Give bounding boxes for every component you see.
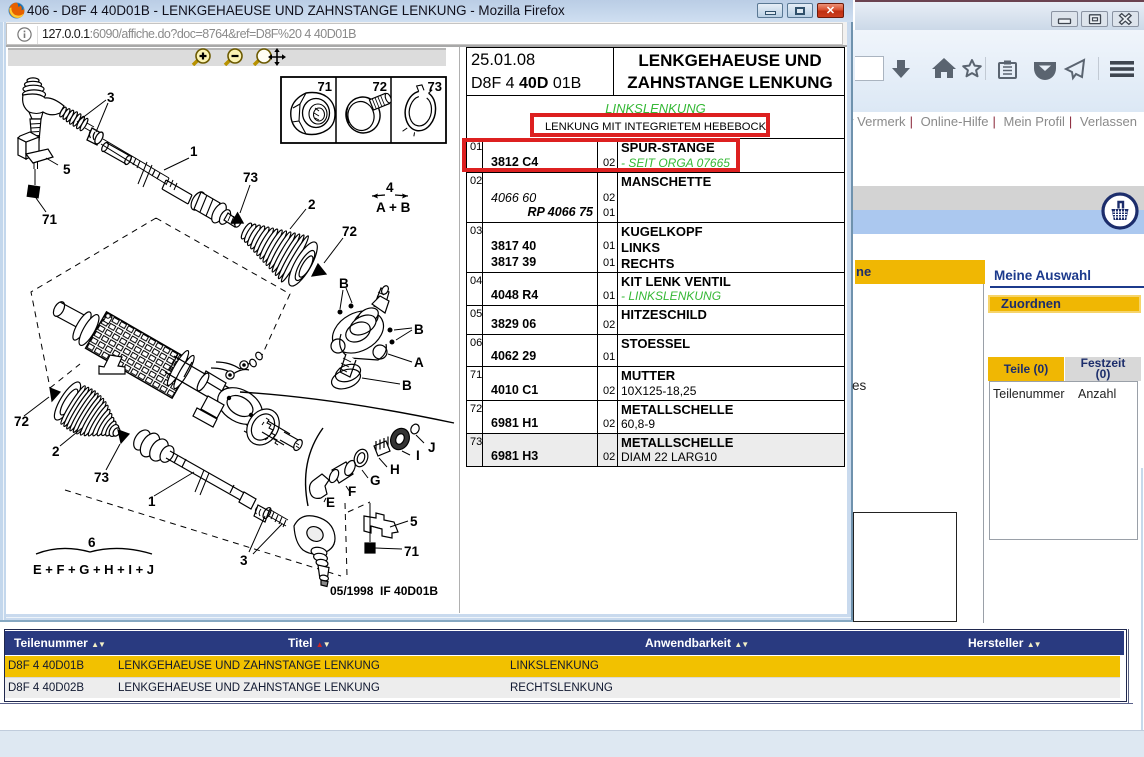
svg-text:J: J [428,440,436,455]
svg-text:I: I [416,448,420,463]
svg-text:H: H [390,462,400,477]
svg-text:3: 3 [240,553,248,568]
svg-text:05/1998 IF 40D01B: 05/1998 IF 40D01B [330,584,438,598]
svg-text:1: 1 [190,144,198,159]
svg-text:71: 71 [404,544,420,559]
svg-text:2: 2 [308,197,316,212]
svg-text:B: B [414,322,424,337]
svg-text:71: 71 [318,79,332,94]
svg-text:G: G [370,473,381,488]
svg-text:72: 72 [342,224,357,239]
svg-text:73: 73 [243,170,259,185]
svg-text:E: E [326,495,335,510]
svg-text:B: B [339,276,349,291]
svg-text:72: 72 [14,414,29,429]
svg-text:2: 2 [52,444,60,459]
svg-text:6: 6 [88,535,96,550]
svg-text:5: 5 [63,162,71,177]
svg-text:3: 3 [107,90,115,105]
svg-text:E + F + G + H + I + J: E + F + G + H + I + J [33,562,154,577]
svg-text:F: F [348,484,356,499]
svg-text:B: B [402,378,412,393]
svg-text:1: 1 [148,494,156,509]
svg-text:A: A [414,355,424,370]
svg-text:A + B: A + B [376,200,411,215]
svg-text:72: 72 [373,79,387,94]
svg-text:71: 71 [42,212,58,227]
svg-text:5: 5 [410,514,418,529]
svg-text:4: 4 [386,180,394,195]
svg-text:73: 73 [94,470,110,485]
svg-text:73: 73 [428,79,442,94]
